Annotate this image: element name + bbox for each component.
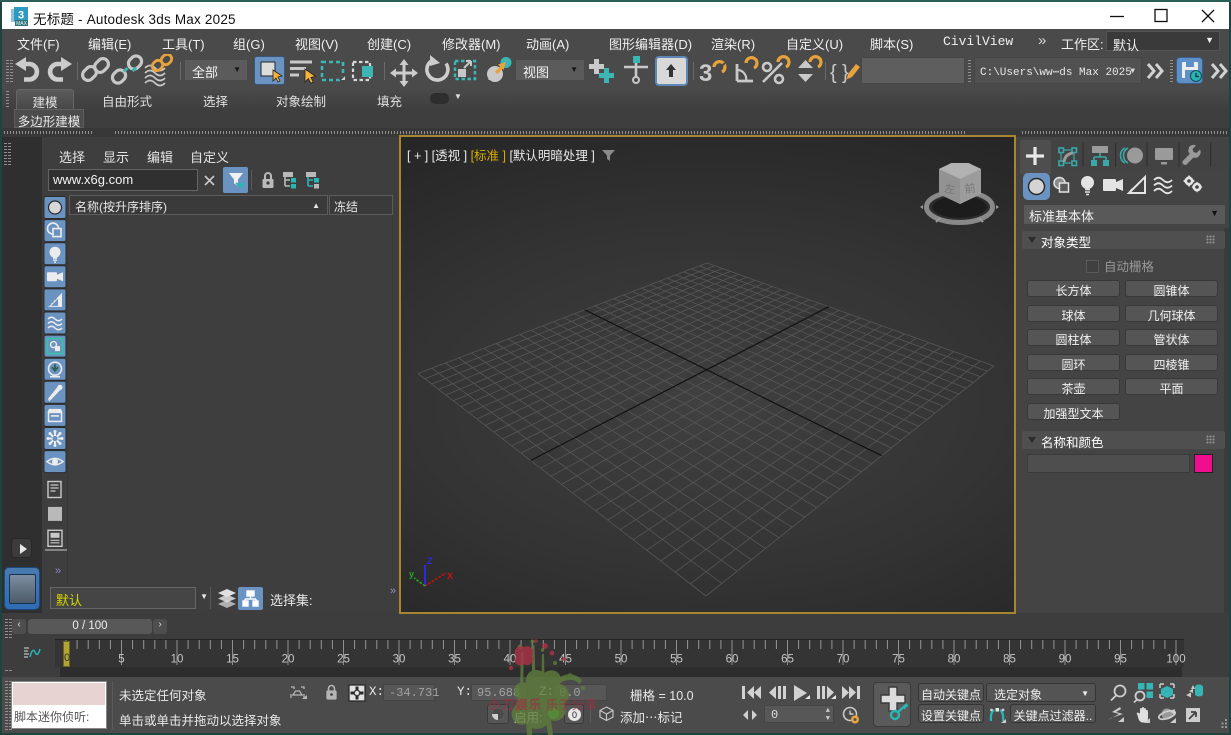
svg-text:左: 左	[944, 182, 957, 196]
svg-text:80: 80	[948, 654, 961, 666]
svg-text:90: 90	[1059, 654, 1072, 666]
svg-text:100: 100	[1166, 654, 1185, 666]
svg-text:乐于分享: 乐于分享	[546, 697, 598, 712]
svg-text:10: 10	[171, 654, 184, 666]
svg-text:70: 70	[837, 654, 850, 666]
svg-text:65: 65	[781, 654, 794, 666]
svg-text:25: 25	[337, 654, 350, 666]
svg-text:60: 60	[726, 654, 739, 666]
svg-text:75: 75	[892, 654, 905, 666]
svg-text:X: X	[447, 571, 453, 581]
svg-text:20: 20	[282, 654, 295, 666]
svg-text:Z: Z	[427, 556, 433, 566]
svg-text:3: 3	[18, 10, 24, 22]
svg-text:前: 前	[963, 181, 976, 196]
svg-text:y: y	[409, 569, 414, 579]
svg-text:50: 50	[615, 654, 628, 666]
svg-text:}: }	[842, 62, 849, 84]
svg-text:3: 3	[699, 60, 712, 87]
svg-text:MAX: MAX	[16, 21, 28, 26]
svg-text:30: 30	[393, 654, 406, 666]
svg-text:35: 35	[448, 654, 461, 666]
svg-text:小刀娱乐: 小刀娱乐	[487, 697, 542, 712]
svg-text:15: 15	[226, 654, 239, 666]
svg-text:5: 5	[118, 654, 124, 666]
svg-text:{: {	[830, 62, 837, 84]
svg-text:95: 95	[1114, 654, 1127, 666]
svg-text:55: 55	[670, 654, 683, 666]
svg-text:85: 85	[1003, 654, 1016, 666]
